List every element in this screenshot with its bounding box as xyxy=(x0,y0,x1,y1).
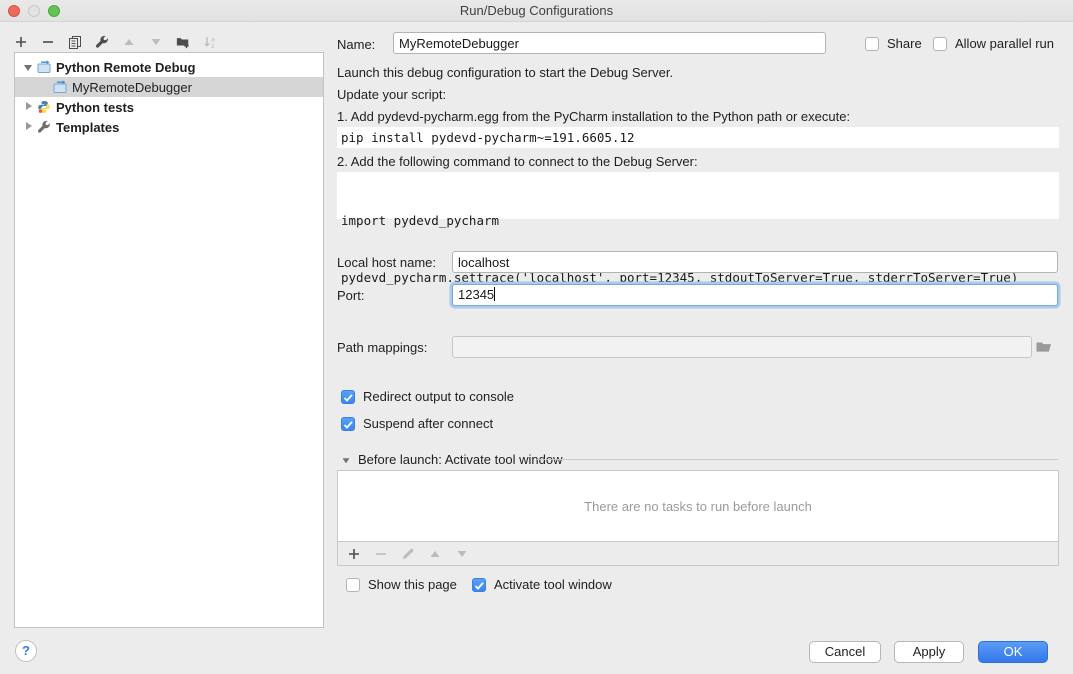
show-this-page-checkbox[interactable] xyxy=(346,578,360,592)
move-task-down-icon xyxy=(455,547,469,561)
chevron-expanded-icon[interactable] xyxy=(23,62,33,72)
activate-tool-window-label: Activate tool window xyxy=(494,577,612,593)
port-value: 12345 xyxy=(458,287,494,302)
move-task-up-icon xyxy=(428,547,442,561)
text-caret xyxy=(494,287,495,301)
browse-folder-icon[interactable] xyxy=(1035,338,1053,357)
step1-text: 1. Add pydevd-pycharm.egg from the PyCha… xyxy=(337,109,850,125)
path-mappings-label: Path mappings: xyxy=(337,340,427,356)
configurations-toolbar: az xyxy=(14,30,217,54)
redirect-output-checkbox[interactable] xyxy=(341,390,355,404)
tree-item-templates[interactable]: Templates xyxy=(15,117,323,137)
allow-parallel-run-checkbox[interactable] xyxy=(933,37,947,51)
suspend-after-connect-checkbox[interactable] xyxy=(341,417,355,431)
wrench-icon xyxy=(37,120,52,134)
remove-icon[interactable] xyxy=(41,35,55,49)
redirect-output-option[interactable]: Redirect output to console xyxy=(341,389,514,405)
remote-debug-config-icon xyxy=(37,60,52,74)
before-launch-task-list: There are no tasks to run before launch xyxy=(337,470,1059,542)
ok-button[interactable]: OK xyxy=(978,641,1048,663)
section-divider xyxy=(537,459,1058,460)
close-button[interactable] xyxy=(8,5,20,17)
cancel-button[interactable]: Cancel xyxy=(809,641,881,663)
suspend-after-option[interactable]: Suspend after connect xyxy=(341,416,493,432)
tree-item-python-tests[interactable]: Python tests xyxy=(15,97,323,117)
copy-icon[interactable] xyxy=(68,35,82,49)
activate-tool-window-checkbox[interactable] xyxy=(472,578,486,592)
chevron-collapsed-icon[interactable] xyxy=(23,102,33,112)
show-this-page-option[interactable]: Show this page xyxy=(346,577,457,593)
remove-task-icon xyxy=(374,547,388,561)
port-input[interactable]: 12345 xyxy=(452,284,1058,306)
move-down-icon xyxy=(149,35,163,49)
before-launch-title: Before launch: Activate tool window xyxy=(358,452,563,468)
allow-parallel-option[interactable]: Allow parallel run xyxy=(933,36,1054,52)
edit-defaults-wrench-icon[interactable] xyxy=(95,35,109,49)
settrace-code-block: import pydevd_pycharm pydevd_pycharm.set… xyxy=(337,172,1059,219)
tree-item-myremotedebugger[interactable]: MyRemoteDebugger xyxy=(15,77,323,97)
add-icon[interactable] xyxy=(14,35,28,49)
empty-tasks-message: There are no tasks to run before launch xyxy=(584,499,812,514)
share-option[interactable]: Share xyxy=(865,36,922,52)
tree-item-label: Python tests xyxy=(56,100,134,115)
name-label: Name: xyxy=(337,37,375,53)
port-label: Port: xyxy=(337,288,364,304)
chevron-collapsed-icon[interactable] xyxy=(23,122,33,132)
help-question-icon: ? xyxy=(22,643,30,658)
zoom-button[interactable] xyxy=(48,5,60,17)
local-host-name-input[interactable] xyxy=(452,251,1058,273)
step2-text: 2. Add the following command to connect … xyxy=(337,154,698,170)
title-bar: Run/Debug Configurations xyxy=(0,0,1073,22)
settrace-code-line1: import pydevd_pycharm xyxy=(341,211,1055,230)
tree-item-python-remote-debug[interactable]: Python Remote Debug xyxy=(15,57,323,77)
python-logo-icon xyxy=(37,100,52,114)
before-launch-toolbar xyxy=(337,542,1059,566)
tree-item-label: Templates xyxy=(56,120,119,135)
configurations-tree: Python Remote Debug MyRemoteDebugger Pyt… xyxy=(14,52,324,628)
activate-tool-window-option[interactable]: Activate tool window xyxy=(472,577,612,593)
allow-parallel-run-label: Allow parallel run xyxy=(955,36,1054,52)
suspend-after-connect-label: Suspend after connect xyxy=(363,416,493,432)
share-checkbox[interactable] xyxy=(865,37,879,51)
intro-line2: Update your script: xyxy=(337,87,446,103)
show-this-page-label: Show this page xyxy=(368,577,457,593)
section-collapse-icon[interactable] xyxy=(342,456,351,465)
tree-item-label: MyRemoteDebugger xyxy=(72,80,192,95)
redirect-output-label: Redirect output to console xyxy=(363,389,514,405)
before-launch-header[interactable]: Before launch: Activate tool window xyxy=(341,452,563,468)
local-host-name-label: Local host name: xyxy=(337,255,436,271)
tree-item-label: Python Remote Debug xyxy=(56,60,195,75)
intro-line1: Launch this debug configuration to start… xyxy=(337,65,673,81)
apply-button[interactable]: Apply xyxy=(894,641,964,663)
window-title: Run/Debug Configurations xyxy=(0,0,1073,22)
sort-alphabetically-icon: az xyxy=(203,35,217,49)
share-label: Share xyxy=(887,36,922,52)
pip-install-code: pip install pydevd-pycharm~=191.6605.12 xyxy=(337,127,1059,148)
minimize-button xyxy=(28,5,40,17)
move-up-icon xyxy=(122,35,136,49)
path-mappings-input[interactable] xyxy=(452,336,1032,358)
add-task-icon[interactable] xyxy=(347,547,361,561)
remote-debug-config-icon xyxy=(53,80,68,94)
new-folder-icon[interactable] xyxy=(176,35,190,49)
edit-task-pencil-icon xyxy=(401,547,415,561)
svg-text:z: z xyxy=(211,42,215,49)
help-button[interactable]: ? xyxy=(15,640,37,662)
name-input[interactable] xyxy=(393,32,826,54)
